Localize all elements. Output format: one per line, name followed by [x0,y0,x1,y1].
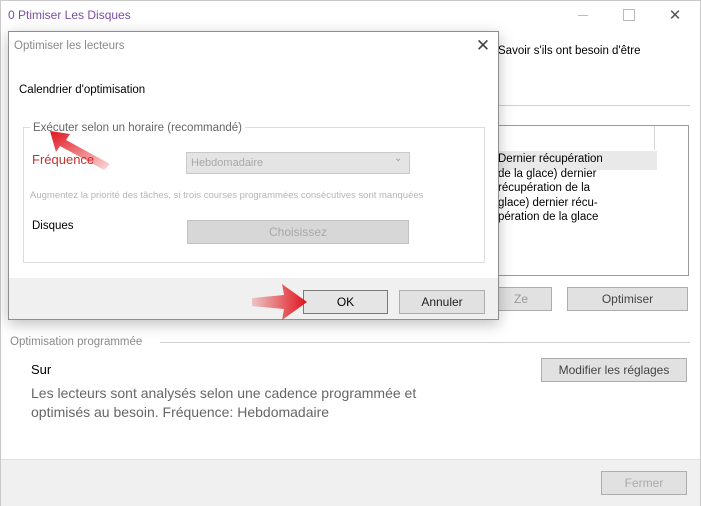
scheduled-status: Sur [31,362,52,377]
minimize-button[interactable] [560,0,606,30]
maximize-icon [623,9,635,21]
frequency-label: Fréquence [32,152,95,167]
window-footer [1,459,700,506]
ok-button[interactable]: OK [303,290,388,314]
drive-list-status-text: Dernier récupération de la glace) dernie… [498,153,603,223]
analyze-button[interactable]: Ze [490,287,552,311]
cancel-button[interactable]: Annuler [399,290,485,314]
chevron-down-icon: ⌄ [394,153,403,164]
scheduled-description: Les lecteurs sont analysés selon une cad… [31,385,417,420]
drive-list-header-edge [654,126,689,150]
separator [498,105,690,106]
header-description: Savoir s'ils ont besoin d'être [498,45,641,57]
close-icon: ✕ [475,36,491,55]
scheduled-optimization-label: Optimisation programmée [10,336,143,348]
change-settings-button[interactable]: Modifier les réglages [541,358,687,382]
separator [160,342,690,343]
window-title: 0 Ptimiser Les Disques [8,8,131,22]
increase-priority-option[interactable]: Augmentez la priorité des tâches, si tro… [30,190,423,201]
disks-label: Disques [32,220,74,232]
close-button[interactable]: Fermer [601,471,687,495]
minimize-icon [578,14,588,16]
frequency-select[interactable]: Hebdomadaire [186,152,410,174]
frequency-value: Hebdomadaire [191,157,264,169]
dialog-title: Optimiser les lecteurs [14,40,125,52]
window-close-button[interactable]: ✕ [652,0,698,30]
dialog-heading: Calendrier d'optimisation [19,84,146,96]
choose-drives-button[interactable]: Choisissez [187,220,409,244]
maximize-button[interactable] [606,0,652,30]
dialog-close-button[interactable]: ✕ [470,34,496,58]
run-on-schedule-checkbox-label[interactable]: Exécuter selon un horaire (recommandé) [30,122,246,134]
optimize-button[interactable]: Optimiser [567,287,688,311]
close-icon: ✕ [668,7,682,24]
